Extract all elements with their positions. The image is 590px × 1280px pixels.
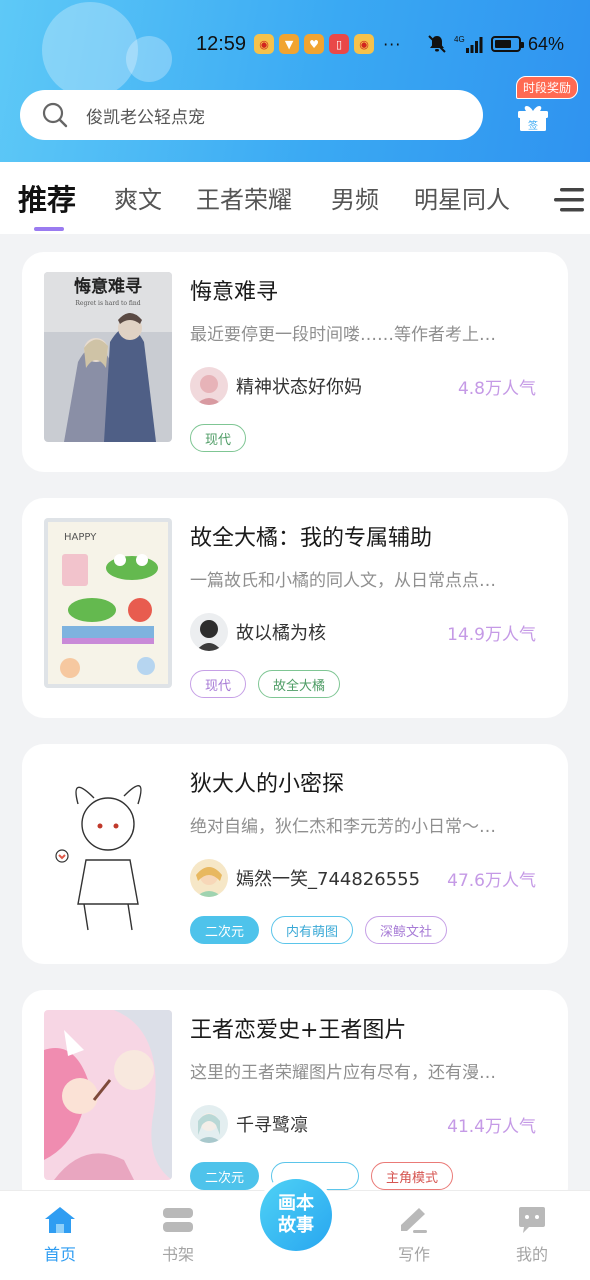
- nav-picture-story[interactable]: 画本 故事: [256, 1175, 336, 1255]
- nav-home-label: 首页: [43, 1245, 76, 1264]
- story-title: 狄大人的小密探: [190, 772, 345, 797]
- status-bar: 12:59 ◉ ▼ ♥ ▯ ◉ ··· 4G 64%: [196, 28, 564, 60]
- chat-bubble-icon: [519, 1207, 545, 1233]
- nav-bookshelf-label: 书架: [161, 1245, 194, 1264]
- tag-list: 现代: [190, 424, 247, 452]
- svg-text:Regret is hard to find: Regret is hard to find: [75, 300, 140, 307]
- svg-text:HAPPY: HAPPY: [64, 532, 97, 543]
- tag-list: 二次元 内有萌图 深鲸文社: [190, 916, 448, 944]
- author-name: 故以橘为核: [236, 623, 326, 644]
- nav-write[interactable]: 写作: [374, 1205, 454, 1265]
- story-tag[interactable]: 二次元: [190, 1162, 260, 1190]
- story-description: 绝对自编，狄仁杰和李元芳的小日常～…: [190, 817, 496, 837]
- story-cover: 悔意难寻 Regret is hard to find: [44, 272, 172, 442]
- story-card[interactable]: 狄大人的小密探 绝对自编，狄仁杰和李元芳的小日常～… 嫣然一笑_74482655…: [22, 744, 568, 964]
- home-icon: [45, 1207, 75, 1233]
- author-name: 千寻鹭凛: [236, 1115, 308, 1136]
- picture-story-label-1: 画本: [278, 1193, 314, 1214]
- svg-text:签: 签: [528, 119, 538, 132]
- story-title: 王者恋爱史+王者图片: [190, 1018, 407, 1043]
- active-tab-indicator: [34, 227, 64, 231]
- story-description: 一篇故氏和小橘的同人文，从日常点点…: [190, 571, 496, 591]
- bottom-navigation: 首页 书架 画本 故事 写作 我的: [0, 1175, 590, 1280]
- tab-recommend[interactable]: 推荐: [18, 177, 76, 219]
- bookshelf-icon: [163, 1208, 193, 1232]
- category-menu-icon[interactable]: [552, 186, 584, 214]
- book-app-icon: ▯: [329, 34, 350, 54]
- story-title: 悔意难寻: [190, 280, 279, 305]
- story-cover: HAPPY: [44, 518, 172, 688]
- story-tag[interactable]: 故全大橘: [258, 670, 341, 698]
- nav-mine-label: 我的: [515, 1245, 548, 1264]
- story-card[interactable]: HAPPY 故全大橘：我的专属辅助 一篇故氏和小橘的同人文，从日常点点… 故以橘…: [22, 498, 568, 718]
- signal-icon: 4G: [454, 35, 483, 53]
- search-placeholder: 俊凯老公轻点宠: [86, 107, 205, 128]
- nav-mine[interactable]: 我的: [492, 1205, 572, 1265]
- story-description: 最近要停更一段时间喽……等作者考上…: [190, 325, 496, 345]
- author-avatar: [190, 613, 228, 651]
- reward-badge: 时段奖励: [516, 76, 579, 99]
- weibo-icon: ◉: [254, 34, 275, 54]
- tab-male[interactable]: 男频: [331, 180, 379, 215]
- tab-shuangwen[interactable]: 爽文: [114, 180, 162, 215]
- picture-story-label-2: 故事: [278, 1215, 314, 1236]
- story-card[interactable]: 悔意难寻 Regret is hard to find 悔意难寻 最近要停更一段…: [22, 252, 568, 472]
- author-avatar: [190, 1105, 228, 1143]
- svg-text:悔意难寻: 悔意难寻: [74, 276, 142, 297]
- app-notification-icon: ▼: [279, 34, 300, 54]
- battery-icon: [490, 36, 524, 52]
- story-tag[interactable]: 主角模式: [371, 1162, 454, 1190]
- more-notifications-icon: ···: [383, 34, 402, 54]
- author-name: 嫣然一笑_744826555: [236, 869, 421, 890]
- status-time: 12:59: [196, 32, 247, 55]
- search-icon: [42, 102, 68, 128]
- decor-bubble: [126, 36, 172, 82]
- author-name: 精神状态好你妈: [236, 377, 362, 398]
- author-row: 精神状态好你妈 4.8万人气: [190, 366, 536, 406]
- story-tag[interactable]: 内有萌图: [271, 916, 354, 944]
- author-row: 故以橘为核 14.9万人气: [190, 612, 536, 652]
- mute-bell-icon: [428, 35, 446, 53]
- sign-in-reward[interactable]: 时段奖励 签: [508, 74, 580, 140]
- gift-icon: 签: [518, 106, 548, 132]
- category-tabs: 推荐 爽文 王者荣耀 男频 明星同人: [0, 162, 590, 234]
- story-description: 这里的王者荣耀图片应有尽有，还有漫…: [190, 1063, 496, 1083]
- search-bar[interactable]: 俊凯老公轻点宠: [20, 90, 483, 140]
- story-cover: [44, 764, 172, 934]
- battery-percent: 64%: [527, 33, 564, 54]
- weibo-icon: ◉: [354, 34, 375, 54]
- popularity-count: 47.6万人气: [447, 870, 536, 891]
- tag-list: 现代 故全大橘: [190, 670, 341, 698]
- popularity-count: 14.9万人气: [447, 624, 536, 645]
- story-cover: [44, 1010, 172, 1180]
- decor-bubble: [42, 2, 138, 98]
- nav-write-label: 写作: [397, 1245, 430, 1264]
- popularity-count: 41.4万人气: [447, 1116, 536, 1137]
- nav-bookshelf[interactable]: 书架: [138, 1205, 218, 1265]
- nav-home[interactable]: 首页: [20, 1205, 100, 1265]
- header: 12:59 ◉ ▼ ♥ ▯ ◉ ··· 4G 64% 俊凯老公轻点宠 时段奖励 …: [0, 0, 590, 162]
- picture-story-button[interactable]: 画本 故事: [260, 1179, 332, 1251]
- story-tag[interactable]: 现代: [190, 424, 247, 452]
- story-tag[interactable]: 现代: [190, 670, 247, 698]
- author-row: 千寻鹭凛 41.4万人气: [190, 1104, 536, 1144]
- author-row: 嫣然一笑_744826555 47.6万人气: [190, 858, 536, 898]
- popularity-count: 4.8万人气: [457, 378, 536, 399]
- author-avatar: [190, 859, 228, 897]
- app-notification-icon: ♥: [304, 34, 325, 54]
- story-tag[interactable]: 深鲸文社: [365, 916, 448, 944]
- svg-text:4G: 4G: [454, 35, 465, 44]
- story-title: 故全大橘：我的专属辅助: [190, 526, 433, 551]
- tab-celebrity-fanfic[interactable]: 明星同人: [414, 180, 510, 215]
- story-tag[interactable]: 二次元: [190, 916, 260, 944]
- author-avatar: [190, 367, 228, 405]
- pen-icon: [401, 1208, 427, 1233]
- tab-honor-of-kings[interactable]: 王者荣耀: [196, 180, 292, 215]
